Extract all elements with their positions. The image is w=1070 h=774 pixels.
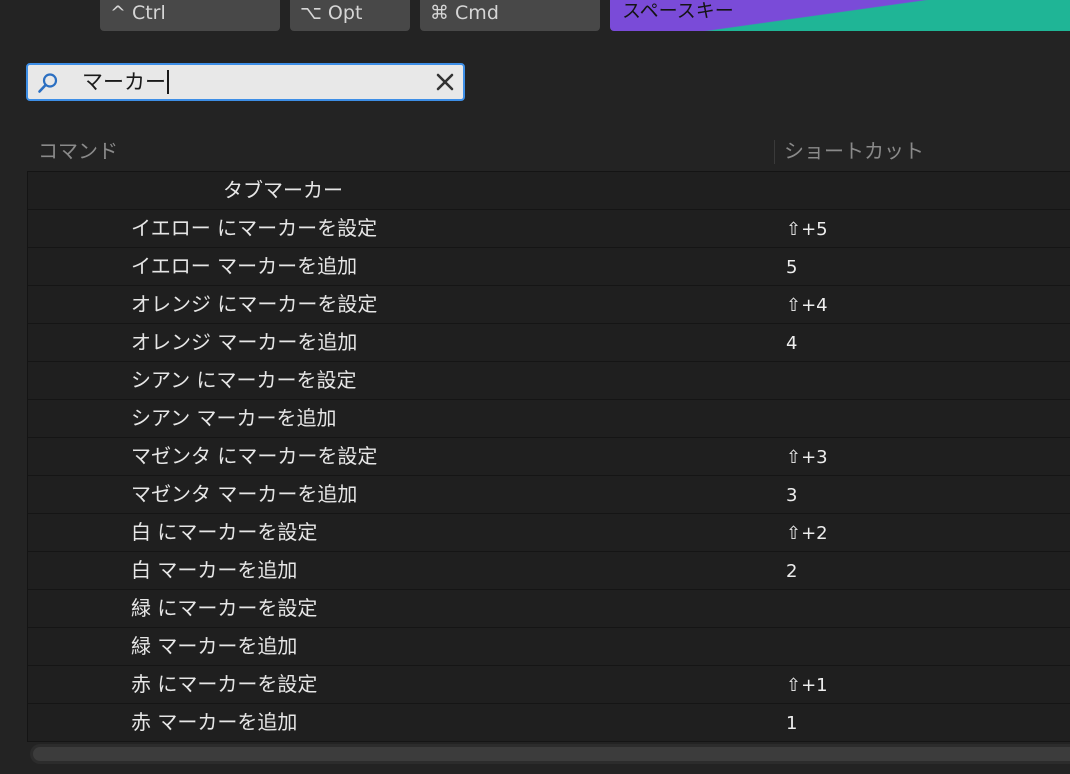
close-icon[interactable] [435,72,455,92]
table-row[interactable]: オレンジ にマーカーを設定 ⇧+4 [28,286,1070,324]
command-cell: シアン にマーカーを設定 [131,368,357,392]
ctrl-key-button[interactable]: ^ Ctrl [100,0,280,31]
space-key-button[interactable]: スペースキー [610,0,1070,31]
command-table: タブマーカー イエロー にマーカーを設定 ⇧+5 イエロー マーカーを追加 5 … [27,171,1070,742]
text-caret [167,70,169,94]
search-input[interactable]: マーカー [82,65,169,99]
shortcut-cell[interactable]: 1 [786,705,797,742]
command-cell: マゼンタ にマーカーを設定 [131,444,378,468]
shortcut-cell[interactable]: ⇧+4 [786,287,828,324]
command-cell: 緑 にマーカーを設定 [131,596,318,620]
command-cell: シアン マーカーを追加 [131,406,337,430]
command-cell: オレンジ にマーカーを設定 [131,292,378,316]
table-row[interactable]: 赤 にマーカーを設定 ⇧+1 [28,666,1070,704]
command-cell: マゼンタ マーカーを追加 [131,482,358,506]
column-divider[interactable] [774,140,775,164]
space-key-label: スペースキー [622,0,734,22]
table-row[interactable]: シアン にマーカーを設定 [28,362,1070,400]
table-row[interactable]: 緑 マーカーを追加 [28,628,1070,666]
search-field[interactable]: マーカー [26,63,465,101]
command-cell: イエロー マーカーを追加 [131,254,358,278]
table-row[interactable]: オレンジ マーカーを追加 4 [28,324,1070,362]
command-cell: 緑 マーカーを追加 [131,634,298,658]
table-row[interactable]: 赤 マーカーを追加 1 [28,704,1070,742]
search-input-value: マーカー [82,70,166,94]
horizontal-scrollbar[interactable] [30,744,1070,764]
shortcut-cell[interactable]: 2 [786,553,797,590]
shortcut-cell[interactable]: 3 [786,477,797,514]
column-header-command[interactable]: コマンド [38,136,118,166]
table-row[interactable]: マゼンタ にマーカーを設定 ⇧+3 [28,438,1070,476]
table-row[interactable]: 緑 にマーカーを設定 [28,590,1070,628]
shortcut-cell[interactable]: 5 [786,249,797,286]
modifier-key-bar: ^ Ctrl ⌥ Opt ⌘ Cmd スペースキー [0,0,1070,32]
command-key-button[interactable]: ⌘ Cmd [420,0,600,31]
option-key-button[interactable]: ⌥ Opt [290,0,410,31]
search-icon [38,73,58,93]
command-cell: 赤 にマーカーを設定 [131,672,318,696]
shortcut-cell[interactable]: ⇧+1 [786,667,828,704]
shortcut-cell[interactable]: ⇧+5 [786,211,828,248]
table-row[interactable]: 白 マーカーを追加 2 [28,552,1070,590]
command-cell: イエロー にマーカーを設定 [131,216,378,240]
command-cell: タブマーカー [223,178,343,202]
shortcut-cell[interactable]: ⇧+3 [786,439,828,476]
shortcut-cell[interactable]: ⇧+2 [786,515,828,552]
command-cell: 赤 マーカーを追加 [131,710,298,734]
table-row[interactable]: マゼンタ マーカーを追加 3 [28,476,1070,514]
table-row[interactable]: イエロー マーカーを追加 5 [28,248,1070,286]
table-row[interactable]: イエロー にマーカーを設定 ⇧+5 [28,210,1070,248]
shortcut-cell[interactable]: 4 [786,325,797,362]
column-header-shortcut[interactable]: ショートカット [784,136,924,166]
command-cell: 白 にマーカーを設定 [131,520,318,544]
table-row[interactable]: シアン マーカーを追加 [28,400,1070,438]
scrollbar-thumb[interactable] [33,747,1070,761]
table-group-header[interactable]: タブマーカー [28,172,1070,210]
command-cell: 白 マーカーを追加 [131,558,298,582]
table-row[interactable]: 白 にマーカーを設定 ⇧+2 [28,514,1070,552]
command-cell: オレンジ マーカーを追加 [131,330,358,354]
